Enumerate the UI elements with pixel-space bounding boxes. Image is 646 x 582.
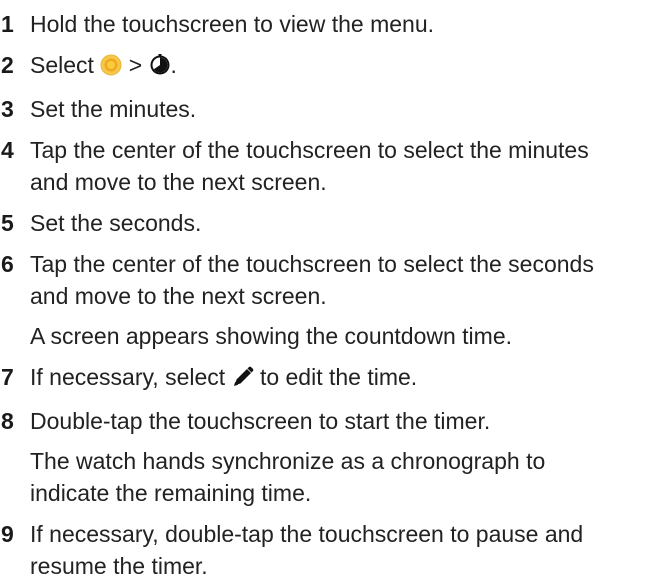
step-4: 4 Tap the center of the touchscreen to s… — [0, 134, 646, 198]
separator: > — [128, 52, 143, 78]
step-8: 8 Double-tap the touchscreen to start th… — [0, 405, 646, 437]
step-note: The watch hands synchronize as a chronog… — [30, 448, 546, 506]
step-9: 9 If necessary, double-tap the touchscre… — [0, 518, 646, 582]
step-text-before: If necessary, select — [30, 364, 226, 390]
step-5: 5 Set the seconds. — [0, 207, 646, 239]
step-text: Hold the touchscreen to view the menu. — [30, 11, 435, 37]
instruction-steps: 1 Hold the touchscreen to view the menu.… — [0, 0, 646, 582]
step-number: 8 — [1, 408, 14, 434]
step-number: 5 — [1, 210, 14, 236]
pencil-icon — [232, 364, 254, 396]
clock-app-icon — [100, 52, 122, 84]
step-note: A screen appears showing the countdown t… — [30, 323, 513, 349]
step-text-before: Select — [30, 52, 94, 78]
step-text-after: . — [170, 52, 177, 78]
step-text: Tap the center of the touchscreen to sel… — [30, 137, 589, 195]
step-6: 6 Tap the center of the touchscreen to s… — [0, 248, 646, 312]
step-text: If necessary, select to edit the time. — [30, 361, 630, 396]
step-2: 2 Select > . — [0, 49, 646, 84]
step-number: 1 — [1, 11, 14, 37]
step-text: Select > . — [30, 49, 630, 84]
step-text: If necessary, double-tap the touchscreen… — [30, 521, 584, 579]
step-text: Set the minutes. — [30, 96, 197, 122]
timer-icon — [149, 52, 171, 84]
step-number: 6 — [1, 251, 14, 277]
step-7: 7 If necessary, select to edit the time. — [0, 361, 646, 396]
step-number: 2 — [1, 52, 14, 78]
step-number: 7 — [1, 364, 14, 390]
step-3: 3 Set the minutes. — [0, 93, 646, 125]
step-text-after: to edit the time. — [259, 364, 418, 390]
step-number: 9 — [1, 521, 14, 547]
step-text: Double-tap the touchscreen to start the … — [30, 408, 491, 434]
step-number: 3 — [1, 96, 14, 122]
step-text: Tap the center of the touchscreen to sel… — [30, 251, 594, 309]
step-text: Set the seconds. — [30, 210, 202, 236]
step-1: 1 Hold the touchscreen to view the menu. — [0, 8, 646, 40]
step-number: 4 — [1, 137, 14, 163]
